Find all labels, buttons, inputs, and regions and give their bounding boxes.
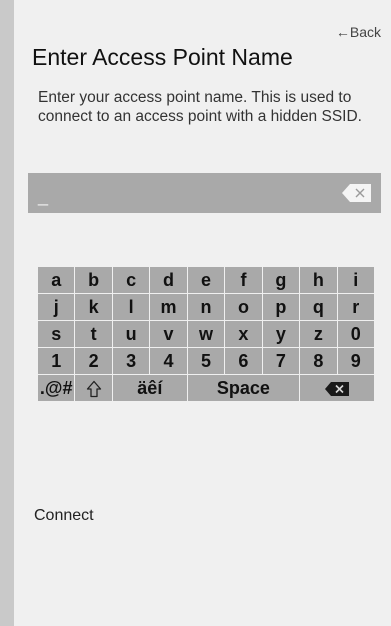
backspace-key[interactable] xyxy=(300,375,374,401)
shift-arrow-icon xyxy=(86,381,101,398)
key-j[interactable]: j xyxy=(38,294,75,320)
key-o[interactable]: o xyxy=(225,294,262,320)
key-d[interactable]: d xyxy=(150,267,187,293)
key-i[interactable]: i xyxy=(337,267,374,293)
settings-panel: ←Back Enter Access Point Name Enter your… xyxy=(14,0,391,626)
key-4[interactable]: 4 xyxy=(150,348,187,374)
key-t[interactable]: t xyxy=(75,321,112,347)
key-a[interactable]: a xyxy=(38,267,75,293)
key-5[interactable]: 5 xyxy=(187,348,225,374)
key-p[interactable]: p xyxy=(262,294,300,320)
clear-backspace-icon[interactable] xyxy=(341,183,373,203)
back-button[interactable]: ←Back xyxy=(336,24,381,40)
key-2[interactable]: 2 xyxy=(75,348,112,374)
key-w[interactable]: w xyxy=(187,321,225,347)
key-e[interactable]: e xyxy=(187,267,225,293)
key-r[interactable]: r xyxy=(337,294,374,320)
key-l[interactable]: l xyxy=(112,294,150,320)
key-g[interactable]: g xyxy=(262,267,300,293)
key-u[interactable]: u xyxy=(112,321,150,347)
key-f[interactable]: f xyxy=(225,267,262,293)
key-1[interactable]: 1 xyxy=(38,348,75,374)
shift-key[interactable] xyxy=(75,375,112,401)
key-9[interactable]: 9 xyxy=(337,348,374,374)
key-7[interactable]: 7 xyxy=(262,348,300,374)
key-q[interactable]: q xyxy=(300,294,337,320)
on-screen-keyboard: a b c d e f g h i j k l m n o p q r s t … xyxy=(38,267,374,401)
backspace-icon xyxy=(325,382,350,397)
key-3[interactable]: 3 xyxy=(112,348,150,374)
key-y[interactable]: y xyxy=(262,321,300,347)
key-b[interactable]: b xyxy=(75,267,112,293)
key-z[interactable]: z xyxy=(300,321,337,347)
key-6[interactable]: 6 xyxy=(225,348,262,374)
key-n[interactable]: n xyxy=(187,294,225,320)
key-h[interactable]: h xyxy=(300,267,337,293)
page-description: Enter your access point name. This is us… xyxy=(38,89,362,125)
key-m[interactable]: m xyxy=(150,294,187,320)
page-title: Enter Access Point Name xyxy=(32,44,293,70)
key-c[interactable]: c xyxy=(112,267,150,293)
key-0[interactable]: 0 xyxy=(337,321,374,347)
access-point-name-input[interactable]: _ xyxy=(28,173,381,213)
symbols-key[interactable]: .@# xyxy=(38,375,75,401)
accents-key[interactable]: äêí xyxy=(112,375,187,401)
connect-button[interactable]: Connect xyxy=(34,507,94,525)
space-key[interactable]: Space xyxy=(187,375,300,401)
key-k[interactable]: k xyxy=(75,294,112,320)
key-s[interactable]: s xyxy=(38,321,75,347)
key-x[interactable]: x xyxy=(225,321,262,347)
input-value: _ xyxy=(38,186,49,206)
key-v[interactable]: v xyxy=(150,321,187,347)
key-8[interactable]: 8 xyxy=(300,348,337,374)
